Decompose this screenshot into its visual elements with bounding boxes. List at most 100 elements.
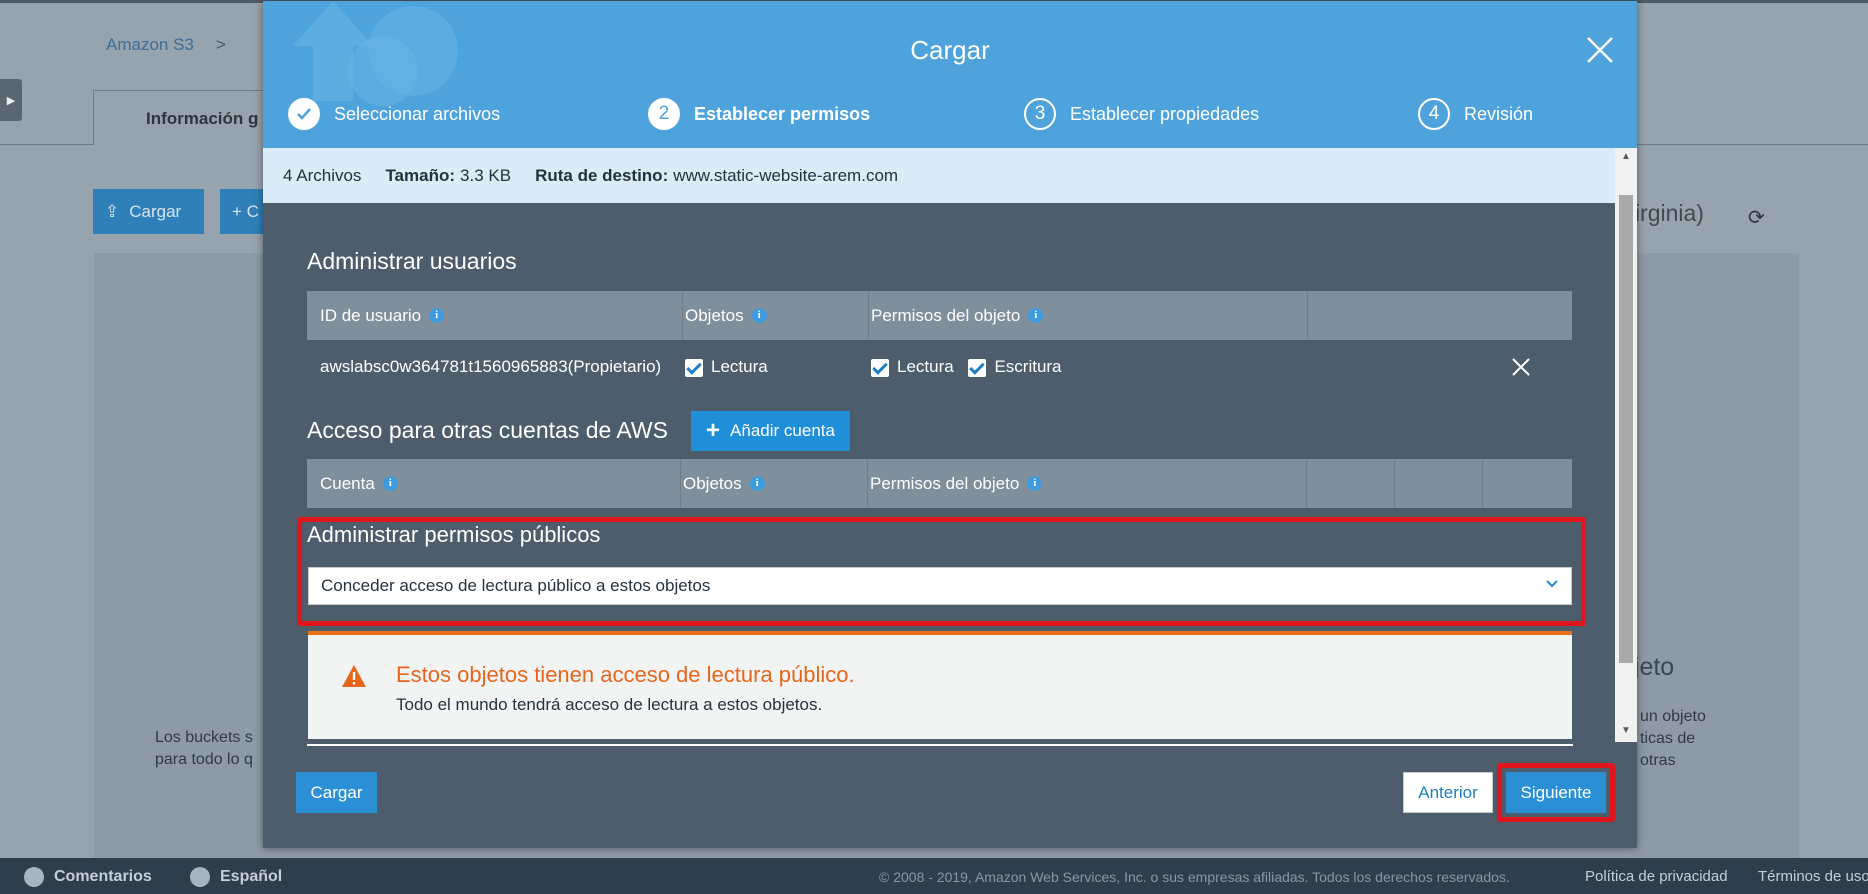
- scroll-down-arrow[interactable]: ▼: [1615, 725, 1637, 736]
- previous-button[interactable]: Anterior: [1403, 772, 1493, 813]
- upload-modal: Cargar Seleccionar archivos 2 Establecer…: [263, 1, 1637, 848]
- scroll-up-arrow[interactable]: ▲: [1615, 151, 1637, 162]
- step-number: 4: [1418, 98, 1450, 130]
- info-icon[interactable]: i: [1028, 308, 1044, 323]
- content-divider: [307, 744, 1573, 746]
- public-permissions-title: Administrar permisos públicos: [307, 522, 601, 547]
- column-account: Cuenta i: [307, 459, 681, 508]
- column-label: Permisos del objeto: [870, 473, 1020, 493]
- step-number: 2: [648, 98, 680, 130]
- bg-left-text-line: para todo lo q: [155, 751, 253, 768]
- destination-label: Ruta de destino:: [535, 165, 669, 185]
- step-label: Establecer permisos: [694, 103, 871, 124]
- column-label: ID de usuario: [320, 305, 422, 325]
- column-label: Cuenta: [320, 473, 375, 493]
- permissions-cell: Lectura Escritura: [869, 357, 1169, 377]
- step-select-files[interactable]: Seleccionar archivos: [288, 98, 500, 130]
- column-objects: Objetos i: [681, 459, 868, 508]
- step-label: Revisión: [1464, 103, 1534, 124]
- column-extra: [1395, 459, 1483, 508]
- user-id-cell: awslabsc0w364781t1560965883(Propietario): [320, 357, 662, 376]
- checkbox-label: Lectura: [711, 357, 768, 376]
- column-extra: [1307, 459, 1395, 508]
- column-label: Objetos: [685, 305, 744, 325]
- manage-users-title: Administrar usuarios: [307, 248, 517, 274]
- close-icon[interactable]: [1584, 34, 1616, 66]
- info-icon[interactable]: i: [751, 308, 767, 323]
- size-value: 3.3 KB: [460, 165, 512, 185]
- tab-overview[interactable]: Información g: [93, 90, 283, 145]
- warning-text: Todo el mundo tendrá acceso de lectura a…: [396, 695, 823, 714]
- bg-left-text: Los buckets s para todo lo q: [155, 727, 253, 771]
- column-user-id: ID de usuario i: [307, 291, 683, 340]
- add-account-button[interactable]: + Añadir cuenta: [691, 411, 850, 451]
- modal-scrollbar[interactable]: ▲ ▼: [1615, 148, 1637, 742]
- step-set-properties[interactable]: 3 Establecer propiedades: [1024, 98, 1259, 130]
- add-account-label: Añadir cuenta: [730, 421, 835, 440]
- info-icon[interactable]: i: [429, 308, 445, 323]
- checkmark-icon: [288, 98, 320, 130]
- column-extra: [1483, 459, 1572, 508]
- step-set-permissions[interactable]: 2 Establecer permisos: [648, 98, 870, 130]
- checkbox-label: Escritura: [994, 357, 1062, 376]
- info-icon[interactable]: i: [382, 476, 398, 491]
- footer-feedback-label: Comentarios: [54, 868, 152, 885]
- step-label: Establecer propiedades: [1070, 103, 1260, 124]
- public-read-warning: Estos objetos tienen acceso de lectura p…: [308, 631, 1572, 739]
- step-number: 3: [1024, 98, 1056, 130]
- bg-upload-label: Cargar: [129, 201, 182, 221]
- perm-read-checkbox[interactable]: [871, 358, 889, 377]
- perm-write-checkbox[interactable]: [968, 358, 987, 377]
- step-label: Seleccionar archivos: [334, 103, 501, 124]
- footer-language-label: Español: [220, 868, 283, 885]
- column-object-permissions: Permisos del objeto i: [869, 291, 1308, 340]
- bg-upload-button[interactable]: ⇪ Cargar: [93, 189, 204, 234]
- breadcrumb: Amazon S3 >: [106, 35, 226, 55]
- globe-icon: [190, 867, 210, 887]
- upload-button[interactable]: Cargar: [296, 772, 377, 813]
- other-accounts-title: Acceso para otras cuentas de AWS: [307, 417, 668, 443]
- footer-language[interactable]: Español: [190, 867, 282, 887]
- file-count: 4 Archivos: [283, 165, 362, 185]
- bg-right-text: un objeto ticas de otras: [1640, 706, 1706, 772]
- objects-read-checkbox[interactable]: [685, 358, 703, 377]
- modal-title: Cargar: [910, 35, 990, 65]
- info-icon[interactable]: i: [1027, 476, 1043, 491]
- upload-summary-bar: 4 Archivos Tamaño: 3.3 KB Ruta de destin…: [263, 148, 1615, 203]
- column-label: Permisos del objeto: [871, 305, 1021, 325]
- footer: Comentarios Español © 2008 - 2019, Amazo…: [0, 858, 1868, 894]
- bg-left-text-line: Los buckets s: [155, 729, 253, 746]
- footer-privacy-link[interactable]: Política de privacidad: [1585, 868, 1728, 885]
- bg-right-text-line: ticas de: [1640, 730, 1696, 747]
- warning-title: Estos objetos tienen acceso de lectura p…: [396, 662, 855, 687]
- scroll-thumb[interactable]: [1619, 195, 1633, 663]
- checkbox-label: Lectura: [897, 357, 954, 376]
- column-object-permissions: Permisos del objeto i: [868, 459, 1307, 508]
- footer-feedback[interactable]: Comentarios: [24, 867, 152, 887]
- plus-icon: +: [706, 417, 721, 444]
- upload-icon: ⇪: [105, 201, 120, 221]
- step-review[interactable]: 4 Revisión: [1418, 98, 1533, 130]
- footer-copyright: © 2008 - 2019, Amazon Web Services, Inc.…: [879, 869, 1510, 885]
- refresh-icon[interactable]: ⟳: [1748, 205, 1765, 230]
- breadcrumb-amazon-s3[interactable]: Amazon S3: [106, 35, 194, 54]
- chevron-down-icon: [1545, 576, 1559, 595]
- footer-terms-link[interactable]: Términos de uso: [1758, 868, 1868, 885]
- side-panel-toggle[interactable]: ▶: [0, 79, 22, 121]
- select-value: Conceder acceso de lectura público a est…: [321, 576, 711, 595]
- warning-icon: [342, 665, 366, 687]
- column-actions: [1308, 291, 1572, 340]
- objects-read-cell: Lectura: [683, 357, 869, 377]
- next-button[interactable]: Siguiente: [1506, 772, 1606, 813]
- destination-value: www.static-website-arem.com: [673, 165, 899, 185]
- bg-right-text-line: un objeto: [1640, 708, 1706, 725]
- breadcrumb-separator: >: [215, 35, 226, 54]
- bg-right-text-line: otras: [1640, 752, 1676, 769]
- public-permissions-select[interactable]: Conceder acceso de lectura público a est…: [308, 567, 1572, 605]
- column-label: Objetos: [683, 473, 742, 493]
- tab-overview-label: Información g: [146, 109, 259, 128]
- info-icon[interactable]: i: [749, 476, 765, 491]
- size-label: Tamaño:: [385, 165, 456, 185]
- remove-user-icon[interactable]: [1510, 356, 1532, 378]
- accounts-table-header: Cuenta i Objetos i Permisos del objeto i: [307, 459, 1572, 508]
